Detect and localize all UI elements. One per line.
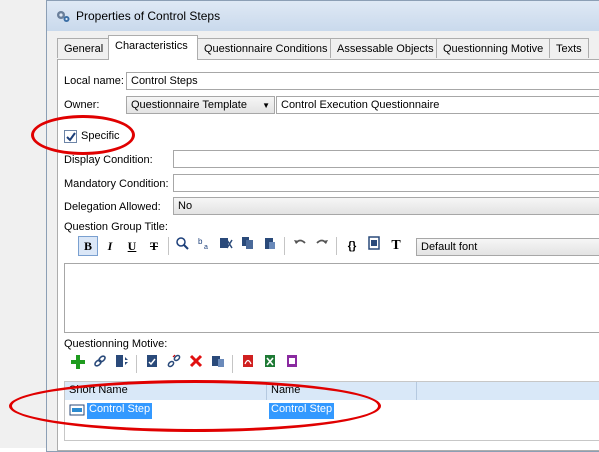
- window-title: Properties of Control Steps: [76, 9, 221, 23]
- add-icon[interactable]: [68, 354, 88, 374]
- toolbar-separator: [336, 237, 337, 255]
- toolbar-separator: [136, 355, 137, 373]
- font-select-value: Default font: [421, 241, 478, 253]
- tab-assessable-objects[interactable]: Assessable Objects: [330, 38, 437, 58]
- column-header-filler: [417, 382, 599, 400]
- strikethrough-button[interactable]: T: [144, 236, 164, 256]
- database-icon[interactable]: [208, 354, 228, 374]
- row-icon: [69, 403, 85, 419]
- question-group-title-editor[interactable]: [64, 263, 599, 333]
- app-gear-icon: [55, 8, 71, 24]
- insert-variable-button[interactable]: {}: [342, 236, 362, 256]
- unlink-icon[interactable]: [164, 354, 184, 374]
- local-name-input[interactable]: Control Steps: [126, 72, 599, 90]
- text-style-button[interactable]: T: [386, 236, 406, 256]
- questionning-motive-grid: Short Name Name Control Step Control Ste…: [64, 381, 599, 441]
- report-icon[interactable]: [282, 354, 302, 374]
- excel-icon[interactable]: [260, 354, 280, 374]
- paste-icon[interactable]: [260, 236, 280, 256]
- tab-questionnaire-conditions[interactable]: Questionnaire Conditions: [197, 38, 331, 58]
- italic-button[interactable]: I: [100, 236, 120, 256]
- pdf-icon[interactable]: [238, 354, 258, 374]
- title-bar: Properties of Control Steps: [47, 1, 599, 31]
- owner-type-select[interactable]: Questionnaire Template ▼: [126, 96, 275, 114]
- toolbar-separator: [232, 355, 233, 373]
- tab-texts[interactable]: Texts: [549, 38, 589, 58]
- properties-icon[interactable]: [142, 354, 162, 374]
- question-group-title-label: Question Group Title:: [64, 221, 168, 233]
- toolbar-separator: [168, 237, 169, 255]
- undo-icon[interactable]: [290, 236, 310, 256]
- display-condition-label: Display Condition:: [64, 154, 153, 166]
- delegation-allowed-select[interactable]: No: [173, 197, 599, 215]
- find-replace-icon[interactable]: [172, 236, 192, 256]
- svg-text:a: a: [204, 244, 208, 250]
- reorder-icon[interactable]: [112, 354, 132, 374]
- chevron-down-icon: ▼: [262, 101, 270, 110]
- tab-characteristics[interactable]: Characteristics: [108, 35, 198, 60]
- display-condition-input[interactable]: [173, 150, 599, 168]
- cell-short-name: Control Step: [87, 403, 153, 419]
- specific-label: Specific: [81, 130, 120, 142]
- insert-field-icon[interactable]: [364, 236, 384, 256]
- rich-text-toolbar: B I U T ba {} T Default font: [64, 236, 599, 260]
- specific-checkbox[interactable]: [64, 130, 77, 143]
- local-name-label: Local name:: [64, 75, 124, 87]
- copy-icon[interactable]: [238, 236, 258, 256]
- questionning-motive-label: Questionning Motive:: [64, 338, 168, 350]
- mandatory-condition-label: Mandatory Condition:: [64, 178, 169, 190]
- owner-label: Owner:: [64, 99, 100, 111]
- font-select[interactable]: Default font: [416, 238, 599, 256]
- tab-questionning-motive[interactable]: Questionning Motive: [436, 38, 550, 58]
- cell-name: Control Step: [269, 403, 335, 419]
- delegation-allowed-label: Delegation Allowed:: [64, 201, 161, 213]
- cut-icon[interactable]: [216, 236, 236, 256]
- toolbar-separator: [284, 237, 285, 255]
- bold-button[interactable]: B: [78, 236, 98, 256]
- owner-value-field[interactable]: Control Execution Questionnaire: [276, 96, 599, 114]
- delegation-value: No: [178, 200, 193, 212]
- checkmark-icon: [66, 132, 76, 142]
- underline-button[interactable]: U: [122, 236, 142, 256]
- subscript-icon[interactable]: ba: [194, 236, 214, 256]
- owner-type-value: Questionnaire Template: [131, 99, 247, 111]
- tab-general[interactable]: General: [57, 38, 109, 58]
- link-icon[interactable]: [90, 354, 110, 374]
- mandatory-condition-input[interactable]: [173, 174, 599, 192]
- redo-icon[interactable]: [312, 236, 332, 256]
- svg-text:b: b: [198, 237, 203, 246]
- motive-toolbar: [64, 354, 599, 378]
- delete-icon[interactable]: [186, 354, 206, 374]
- column-header-name[interactable]: Name: [267, 382, 417, 400]
- column-header-short-name[interactable]: Short Name: [65, 382, 267, 400]
